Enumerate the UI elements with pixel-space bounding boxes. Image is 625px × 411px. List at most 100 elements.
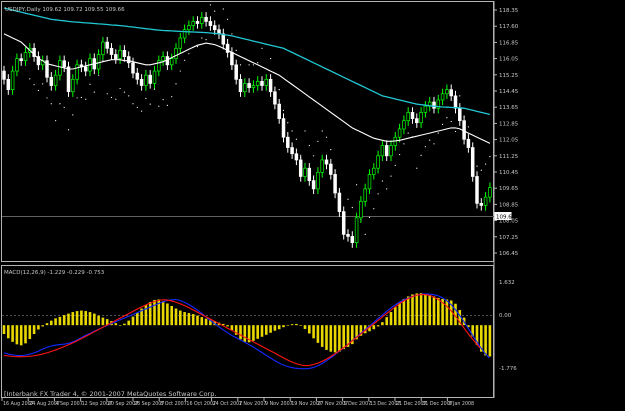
price-axis: 118.35 117.60 116.85 116.05 115.25 114.45 113.… <box>494 8 519 257</box>
macd-histogram-bar <box>80 310 83 326</box>
price-chart-svg[interactable]: 118.35 117.60 116.85 116.05 115.25 114.45 113.… <box>0 0 625 407</box>
candle-body <box>212 25 217 31</box>
sar-dot <box>171 96 173 98</box>
candle-body <box>286 136 290 148</box>
macd-histogram-bar <box>58 316 62 326</box>
sar-dot <box>394 164 396 166</box>
sar-dot <box>158 105 160 107</box>
sar-dot <box>42 83 44 85</box>
macd-histogram-bar <box>381 322 384 326</box>
sar-dot <box>153 88 156 90</box>
candle-body <box>372 167 376 175</box>
macd-histogram-bar <box>88 312 92 326</box>
macd-histogram-bar <box>325 325 328 350</box>
macd-histogram-bar <box>419 293 423 326</box>
candle-body <box>75 64 79 80</box>
sar-dot <box>321 130 323 132</box>
sar-dot <box>437 132 439 134</box>
candle-body <box>419 112 423 124</box>
candle-body <box>346 234 350 237</box>
macd-histogram-bar <box>183 312 186 326</box>
sar-dot <box>227 18 229 20</box>
price-tick-label: 113.65 <box>499 105 519 111</box>
macd-histogram-bar <box>28 325 32 340</box>
candle-body <box>195 21 200 24</box>
sar-dot <box>222 8 224 10</box>
sar-dot <box>446 117 448 119</box>
sar-dot <box>313 155 315 157</box>
macd-histogram-bar <box>226 325 229 327</box>
sar-dot <box>270 58 272 60</box>
candle-body <box>2 70 6 80</box>
sar-dot <box>399 153 401 156</box>
sar-dot <box>93 91 95 93</box>
sar-dot <box>214 10 216 12</box>
price-tick-label: 111.25 <box>499 154 519 160</box>
candle-body <box>247 83 251 88</box>
macd-histogram-bar <box>406 296 410 326</box>
candle-body <box>311 180 316 190</box>
macd-histogram-bar <box>269 325 272 333</box>
candle-body <box>169 58 174 66</box>
price-tick-label: 116.05 <box>499 57 519 63</box>
candle-body <box>208 21 213 26</box>
time-tick-label: 4 Sep 2007 <box>55 401 82 407</box>
candle-body <box>66 66 71 93</box>
macd-histogram-bar <box>11 325 14 342</box>
candle-body <box>341 211 346 235</box>
sar-dot <box>373 208 375 210</box>
candle-body <box>15 58 19 72</box>
macd-histogram-bar <box>299 325 302 326</box>
candle-body <box>10 70 15 91</box>
candle-body <box>204 16 208 22</box>
macd-histogram-bar <box>445 299 449 326</box>
sar-dot <box>347 198 349 200</box>
price-tick-label: 117.60 <box>499 24 519 30</box>
candle-body <box>402 120 406 130</box>
macd-histogram-bar <box>131 316 135 326</box>
sar-dot <box>476 165 478 167</box>
sar-dot <box>102 59 104 61</box>
sar-dot <box>29 78 31 80</box>
macd-histogram-bar <box>101 317 105 326</box>
sar-dot <box>325 136 328 138</box>
sar-dot <box>287 122 289 124</box>
sar-dot <box>317 140 319 142</box>
price-tick-label: 118.35 <box>499 8 519 14</box>
sar-dot <box>420 154 422 156</box>
macd-histogram-bar <box>75 311 79 326</box>
macd-histogram-bar <box>312 325 315 339</box>
macd-histogram-bar <box>7 325 10 339</box>
macd-histogram-bar <box>286 325 290 326</box>
macd-histogram-bar <box>252 325 255 341</box>
candle-body <box>62 60 66 68</box>
sar-dot <box>46 97 48 99</box>
candle-body <box>384 145 389 157</box>
candle-body <box>105 41 109 49</box>
candle-body <box>333 174 337 194</box>
candle-body <box>273 91 277 105</box>
macd-histogram-bar <box>256 325 259 339</box>
price-tick-label: 112.85 <box>499 121 519 127</box>
candle-body <box>376 155 380 169</box>
sar-dot <box>76 97 78 99</box>
candle-body <box>221 33 226 45</box>
candle-body <box>354 217 359 243</box>
sar-dot <box>80 96 82 99</box>
candle-body <box>440 93 445 101</box>
sar-dot <box>416 167 418 169</box>
candle-body <box>445 89 449 95</box>
macd-histogram-bar <box>316 325 320 343</box>
candle-body <box>255 81 260 86</box>
time-tick-label: 16 Oct 2007 <box>186 401 216 407</box>
main-chart-frame <box>1 1 494 262</box>
sar-dot <box>291 130 293 132</box>
sar-dot <box>175 83 177 85</box>
sar-dot <box>295 138 297 140</box>
candle-body <box>307 167 312 181</box>
candle-body <box>281 118 286 138</box>
sar-dot <box>351 206 353 209</box>
macd-histogram-bar <box>118 325 122 326</box>
macd-histogram-bar <box>45 323 49 326</box>
sar-dot <box>485 163 487 165</box>
